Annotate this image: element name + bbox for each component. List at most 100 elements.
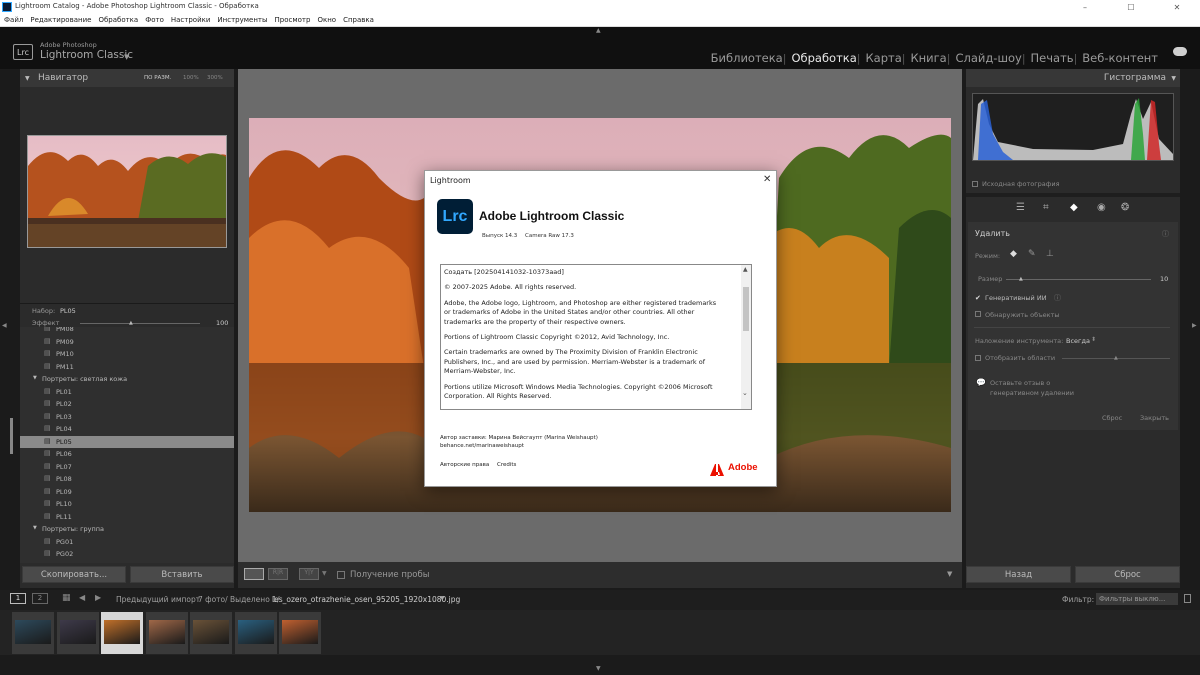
preset-set-value[interactable]: PL05 bbox=[60, 307, 76, 315]
panel-toggle-bottom-icon[interactable]: ▼ bbox=[596, 665, 601, 672]
maximize-button[interactable]: ☐ bbox=[1108, 0, 1154, 14]
filmstrip-thumb-autumn-lake[interactable] bbox=[101, 612, 143, 654]
effect-slider-track[interactable] bbox=[80, 323, 200, 324]
menu-item[interactable]: Обработка bbox=[98, 16, 138, 24]
menu-item[interactable]: Редактирование bbox=[30, 16, 91, 24]
preset-item[interactable]: ▤ PL04 bbox=[20, 423, 234, 435]
preset-item[interactable]: ▤ PL02 bbox=[20, 398, 234, 410]
menu-item[interactable]: Справка bbox=[343, 16, 374, 24]
zoom-fit[interactable]: ПО РАЗМ. bbox=[144, 75, 171, 81]
license-textbox[interactable]: Создать [202504141032-10373aad] © 2007-20… bbox=[440, 264, 752, 410]
preset-item[interactable]: ▤ PL11 bbox=[20, 511, 234, 523]
preset-item[interactable]: ▤ PL01 bbox=[20, 386, 234, 398]
effect-value[interactable]: 100 bbox=[216, 319, 228, 327]
detect-objects-checkbox[interactable] bbox=[975, 311, 981, 317]
filter-toggle-icon[interactable] bbox=[1184, 594, 1191, 603]
feedback-icon[interactable]: 💬 bbox=[976, 378, 986, 387]
toolbar-menu-icon[interactable]: ▼ bbox=[947, 570, 952, 578]
filmstrip-thumb-mountain-lake[interactable] bbox=[234, 612, 277, 654]
zoom-100[interactable]: 100% bbox=[183, 75, 199, 81]
filename-dropdown-icon[interactable]: ▼ bbox=[440, 595, 445, 602]
back-button[interactable]: Назад bbox=[966, 566, 1071, 583]
loupe-view-icon[interactable] bbox=[244, 568, 264, 580]
prev-icon[interactable]: ◀ bbox=[79, 593, 85, 602]
filmstrip-filename[interactable]: les_ozero_otrazhenie_osen_95205_1920x108… bbox=[272, 595, 460, 604]
preset-item[interactable]: ▤ PM11 bbox=[20, 361, 234, 373]
zoom-300[interactable]: 300% bbox=[207, 75, 223, 81]
identity-dropdown-icon[interactable]: ▼ bbox=[124, 53, 129, 61]
preset-item[interactable]: ▤ PL03 bbox=[20, 411, 234, 423]
filmstrip-thumb-portrait-woman[interactable] bbox=[12, 612, 54, 654]
preset-item[interactable]: ▤ PL06 bbox=[20, 448, 234, 460]
preset-item[interactable]: ▤ PG02 bbox=[20, 548, 234, 560]
right-panel-toggle-icon[interactable]: ▶ bbox=[1192, 322, 1197, 329]
reset-button[interactable]: Сброс bbox=[1075, 566, 1180, 583]
paste-button[interactable]: Вставить bbox=[130, 566, 234, 583]
preset-group[interactable]: ▼ Портреты: светлая кожа bbox=[20, 373, 234, 385]
module-5[interactable]: Слайд-шоу bbox=[955, 51, 1021, 65]
preset-item[interactable]: ▤ PM09 bbox=[20, 336, 234, 348]
filter-dropdown[interactable]: Фильтры выклю... bbox=[1096, 593, 1178, 605]
soft-proof-checkbox[interactable] bbox=[337, 571, 345, 579]
scroll-indicator[interactable] bbox=[10, 418, 13, 454]
splash-credit-url[interactable]: behance.net/marinaweishaupt bbox=[440, 443, 524, 449]
menu-item[interactable]: Файл bbox=[4, 16, 23, 24]
effect-slider-thumb[interactable]: ▲ bbox=[129, 320, 133, 326]
mode-remove-icon[interactable]: ◆ bbox=[1010, 249, 1017, 259]
preset-item[interactable]: ▤ PL09 bbox=[20, 486, 234, 498]
preset-item[interactable]: ▤ PL07 bbox=[20, 461, 234, 473]
before-after-yy-icon[interactable]: Y|Y bbox=[299, 568, 319, 580]
help-icon[interactable]: ⓘ bbox=[1162, 229, 1169, 239]
masking-icon[interactable]: ❂ bbox=[1121, 202, 1129, 213]
copy-button[interactable]: Скопировать... bbox=[22, 566, 126, 583]
overlay-dropdown-icon[interactable]: ⬍ bbox=[1091, 336, 1096, 343]
menu-item[interactable]: Окно bbox=[317, 16, 336, 24]
before-after-icon[interactable]: R|R bbox=[268, 568, 288, 580]
view-dropdown-icon[interactable]: ▼ bbox=[322, 570, 327, 577]
license-scrollbar[interactable]: ▲ ⌄ bbox=[741, 265, 751, 409]
menu-item[interactable]: Фото bbox=[145, 16, 164, 24]
preset-item[interactable]: ▤ PL05 bbox=[20, 435, 234, 448]
cloud-sync-icon[interactable] bbox=[1173, 47, 1187, 56]
panel-toggle-top-icon[interactable]: ▲ bbox=[596, 27, 601, 34]
module-3[interactable]: Карта bbox=[865, 51, 901, 65]
screen-1-button[interactable]: 1 bbox=[10, 593, 26, 604]
generative-info-icon[interactable]: ⓘ bbox=[1054, 293, 1061, 303]
menu-item[interactable]: Настройки bbox=[171, 16, 211, 24]
crop-icon[interactable]: ⌗ bbox=[1043, 202, 1049, 213]
filmstrip-thumb-portrait-smile[interactable] bbox=[145, 612, 188, 654]
next-icon[interactable]: ▶ bbox=[95, 593, 101, 602]
filmstrip-thumb-dark-forest[interactable] bbox=[56, 612, 99, 654]
size-value[interactable]: 10 bbox=[1160, 275, 1168, 283]
filmstrip-thumb-owl[interactable] bbox=[190, 612, 232, 654]
remove-close-button[interactable]: Закрыть bbox=[1140, 414, 1169, 422]
generative-checkbox[interactable]: ✔ bbox=[975, 294, 981, 302]
screen-2-button[interactable]: 2 bbox=[32, 593, 48, 604]
scroll-down-icon[interactable]: ⌄ bbox=[742, 389, 748, 397]
copyright-link[interactable]: Авторские права bbox=[440, 462, 489, 468]
preset-item[interactable]: ▤ PM10 bbox=[20, 348, 234, 360]
preset-group[interactable]: ▼ Портреты: группа bbox=[20, 523, 234, 535]
preset-item[interactable]: ▤ PL10 bbox=[20, 498, 234, 510]
remove-eraser-icon[interactable]: ◆ bbox=[1070, 202, 1078, 213]
module-1[interactable]: Библиотека bbox=[711, 51, 783, 65]
minimize-button[interactable]: – bbox=[1062, 0, 1108, 14]
original-photo-checkbox[interactable] bbox=[972, 181, 978, 187]
grid-view-icon[interactable]: ▦ bbox=[62, 593, 71, 603]
navigator-header[interactable]: ▼ Навигатор ПО РАЗМ. 100% 300% bbox=[20, 69, 234, 87]
mode-heal-icon[interactable]: ✎ bbox=[1028, 249, 1036, 259]
preset-item[interactable]: ▤ PL08 bbox=[20, 473, 234, 485]
module-4[interactable]: Книга bbox=[910, 51, 946, 65]
scroll-thumb[interactable] bbox=[743, 287, 749, 331]
size-slider-track[interactable] bbox=[1006, 279, 1151, 280]
module-6[interactable]: Печать bbox=[1031, 51, 1074, 65]
module-7[interactable]: Веб-контент bbox=[1082, 51, 1158, 65]
show-areas-slider-thumb[interactable]: ▲ bbox=[1114, 355, 1118, 361]
histogram-graph[interactable] bbox=[972, 93, 1174, 161]
menu-item[interactable]: Просмотр bbox=[275, 16, 311, 24]
edit-sliders-icon[interactable]: ☰ bbox=[1016, 202, 1025, 213]
overlay-dropdown[interactable]: Всегда bbox=[1066, 337, 1090, 345]
filmstrip-source[interactable]: Предыдущий импорт bbox=[116, 595, 200, 604]
dialog-close-icon[interactable]: ✕ bbox=[763, 174, 771, 185]
scroll-up-icon[interactable]: ▲ bbox=[743, 266, 748, 273]
